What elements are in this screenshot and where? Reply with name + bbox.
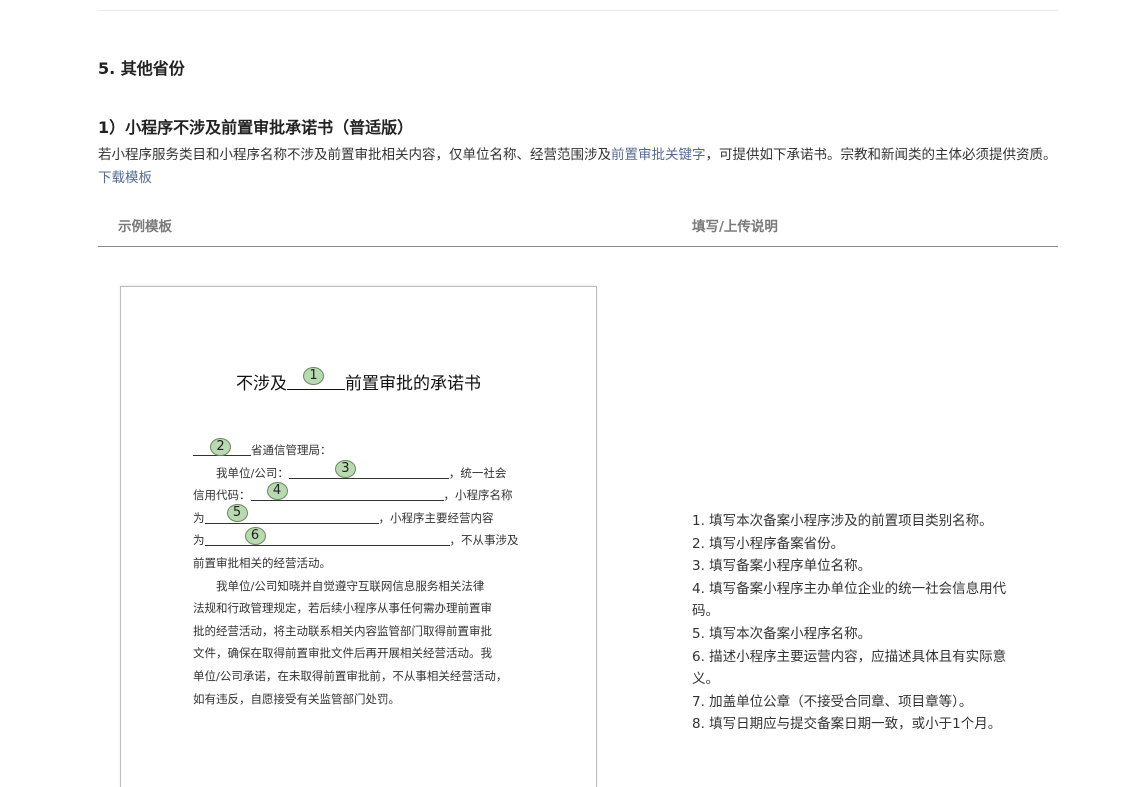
para2-line-1: 我单位/公司知晓并自觉遵守互联网信息服务相关法律: [216, 578, 485, 593]
addressee-text: 省通信管理局：: [251, 443, 332, 457]
instruction-item: 2. 填写小程序备案省份。: [692, 535, 845, 552]
intro-text: 若小程序服务类目和小程序名称不涉及前置审批相关内容，仅单位名称、经营范围涉及: [98, 147, 611, 163]
marker-5: 5: [226, 503, 248, 522]
instruction-item: 4. 填写备案小程序主办单位企业的统一社会信息用代码。: [692, 580, 1007, 620]
header-divider: [98, 246, 1058, 247]
unit-prefix: 我单位/公司：: [216, 465, 289, 480]
title-suffix: 前置审批的承诺书: [345, 374, 481, 394]
marker-3: 3: [334, 459, 356, 478]
instruction-item: 5. 填写本次备案小程序名称。: [692, 625, 872, 642]
instructions-list: 1. 填写本次备案小程序涉及的前置项目类别名称。 2. 填写小程序备案省份。 3…: [692, 510, 1027, 736]
unit-line: 我单位/公司： 3 ，统一社会: [193, 459, 529, 485]
intro-text-mid: ，可提供如下承诺书。宗教和新闻类的主体必须提供资质。: [705, 147, 1057, 163]
top-divider: [98, 10, 1058, 11]
marker-2: 2: [210, 438, 231, 456]
para2-line-4: 文件，确保在取得前置审批文件后再开展相关经营活动。我: [193, 646, 492, 661]
marker-1: 1: [303, 367, 324, 385]
instruction-item: 6. 描述小程序主要运营内容，应描述具体且有实际意义。: [692, 648, 1007, 688]
download-template-link[interactable]: 下载模板: [98, 170, 152, 186]
content-line: 为 6 ，不从事涉及: [193, 527, 529, 552]
keywords-link[interactable]: 前置审批关键字: [611, 147, 706, 163]
unit-suffix: ，统一社会: [448, 465, 507, 480]
name-prefix: 为: [193, 510, 205, 525]
para2-line-6: 如有违反，自愿接受有关监管部门处罚。: [193, 691, 400, 706]
document-body: 2 省通信管理局： 我单位/公司： 3 ，统一社会 信用代码： 4 ，小程序名称 为 5 ，小…: [193, 438, 529, 710]
credit-prefix: 信用代码：: [193, 488, 251, 503]
instruction-item: 3. 填写备案小程序单位名称。: [692, 558, 872, 575]
intro-paragraph: 若小程序服务类目和小程序名称不涉及前置审批相关内容，仅单位名称、经营范围涉及前置…: [98, 144, 1060, 190]
title-prefix: 不涉及: [236, 374, 287, 394]
instruction-item: 1. 填写本次备案小程序涉及的前置项目类别名称。: [692, 513, 993, 529]
para2-line-3: 批的经营活动，将主动联系相关内容监管部门取得前置审批: [193, 623, 492, 638]
content-suffix: ，不从事涉及: [449, 533, 519, 548]
template-document-image: 不涉及 1 前置审批的承诺书 2 省通信管理局： 我单位/公司： 3 ，统一社会 信用代码…: [120, 286, 597, 787]
program-name-line: 为 5 ，小程序主要经营内容: [193, 503, 529, 530]
column-header-instructions: 填写/上传说明: [692, 219, 778, 235]
section-heading: 5. 其他省份: [98, 59, 185, 78]
title-blank: 1: [287, 367, 345, 390]
para2-line-2: 法规和行政管理规定，若后续小程序从事任何需办理前置审: [193, 601, 492, 616]
subsection-heading: 1）小程序不涉及前置审批承诺书（普适版）: [98, 118, 414, 137]
credit-code-line: 信用代码： 4 ，小程序名称: [193, 482, 529, 507]
marker-6: 6: [244, 527, 266, 546]
activity-line: 前置审批相关的经营活动。: [193, 555, 331, 570]
para2-line-5: 单位/公司承诺，在未取得前置审批前，不从事相关经营活动，: [193, 668, 508, 683]
instruction-item: 7. 加盖单位公章（不接受合同章、项目章等）。: [692, 693, 973, 710]
name-suffix: ，小程序主要经营内容: [378, 510, 494, 525]
credit-suffix: ，小程序名称: [443, 488, 513, 503]
content-prefix: 为: [193, 533, 205, 548]
addressee-line: 2 省通信管理局：: [193, 438, 529, 462]
marker-4: 4: [266, 482, 288, 501]
document-title: 不涉及 1 前置审批的承诺书: [121, 367, 596, 394]
instruction-item: 8. 填写日期应与提交备案日期一致，或小于1个月。: [692, 716, 1002, 733]
column-header-template: 示例模板: [118, 219, 172, 235]
